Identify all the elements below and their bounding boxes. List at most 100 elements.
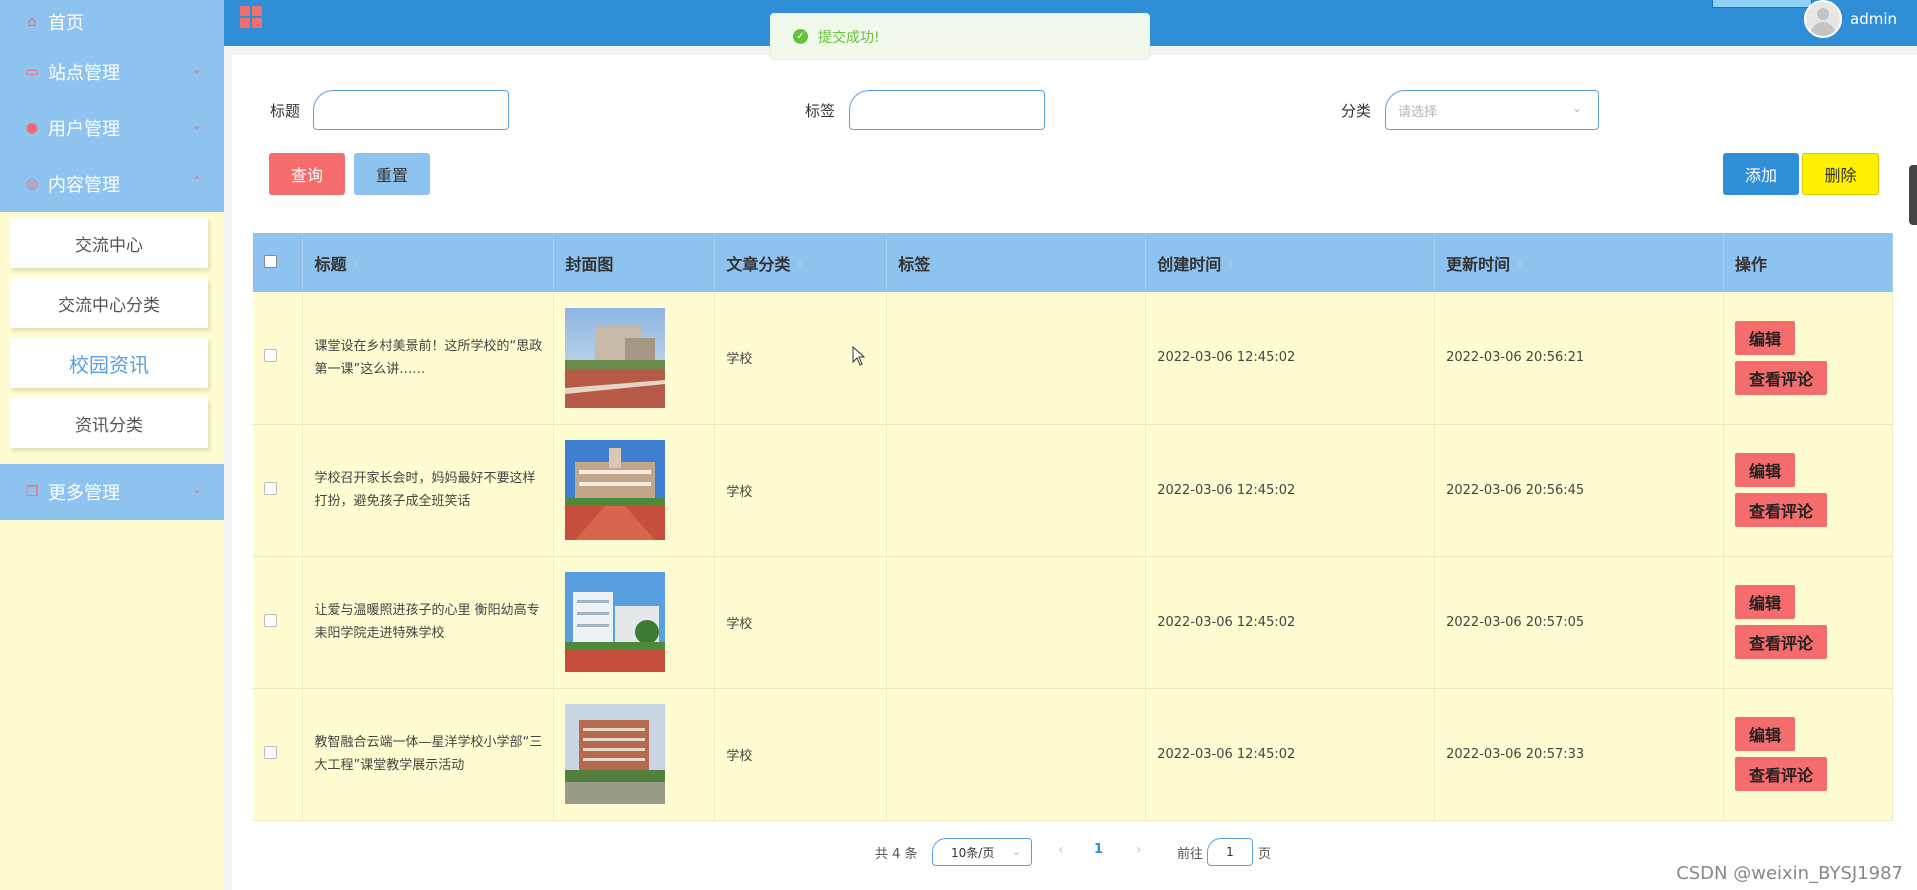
sort-icon[interactable]: ⇕ — [353, 260, 361, 270]
toast-message: 提交成功! — [818, 29, 880, 46]
cover-image[interactable] — [565, 440, 666, 540]
content-icon: ◎ — [25, 176, 39, 192]
table-header-row: 标题 ⇕ 封面图 文章分类 ⇕ 标签 创建时间 ⇕ 更新时间 ⇕ 操作 — [253, 233, 1893, 292]
sort-icon[interactable]: ⇕ — [1227, 260, 1235, 270]
grid-menu-icon[interactable] — [240, 6, 264, 30]
column-header-created[interactable]: 创建时间 ⇕ — [1145, 233, 1436, 292]
top-tag-element — [1712, 0, 1812, 8]
next-page-button[interactable]: › — [1136, 842, 1142, 858]
delete-button[interactable]: 删除 — [1802, 153, 1879, 195]
prev-page-button[interactable]: ‹ — [1058, 842, 1064, 858]
updated-time-cell: 2022-03-06 20:57:33 — [1434, 688, 1724, 821]
tag-input[interactable] — [849, 90, 1045, 130]
avatar[interactable] — [1804, 0, 1842, 38]
cover-cell — [553, 688, 716, 821]
chevron-down-icon: ⌄ — [191, 62, 202, 76]
cover-cell — [553, 292, 716, 425]
cover-cell — [553, 556, 716, 689]
user-icon: ● — [25, 120, 39, 136]
column-header-tag: 标签 — [886, 233, 1147, 292]
cover-image[interactable] — [565, 572, 666, 672]
title-input[interactable] — [313, 90, 509, 130]
chevron-down-icon: ⌄ — [1011, 845, 1021, 858]
row-checkbox[interactable] — [264, 613, 277, 627]
row-checkbox[interactable] — [264, 745, 277, 759]
mouse-cursor-icon — [852, 346, 866, 366]
table-row: 让爱与温暖照进孩子的心里 衡阳幼高专耒阳学院走进特殊学校 学校 2022-03-… — [253, 556, 1893, 689]
column-header-updated[interactable]: 更新时间 ⇕ — [1434, 233, 1724, 292]
submenu-item-exchange-category[interactable]: 交流中心分类 — [10, 278, 208, 328]
edit-button[interactable]: 编辑 — [1735, 717, 1796, 751]
view-comments-button[interactable]: 查看评论 — [1735, 757, 1828, 791]
sidebar-item-content[interactable]: ◎ 内容管理 ⌃ — [0, 156, 224, 212]
page-number[interactable]: 1 — [1094, 842, 1103, 857]
created-time-cell: 2022-03-06 12:45:02 — [1145, 688, 1436, 821]
pagination: 共 4 条 10条/页 ⌄ ‹ 1 › 前往 1 页 — [232, 838, 1917, 866]
view-comments-button[interactable]: 查看评论 — [1735, 493, 1828, 527]
add-button[interactable]: 添加 — [1723, 153, 1799, 195]
edit-button[interactable]: 编辑 — [1735, 585, 1796, 619]
reset-button[interactable]: 重置 — [354, 153, 430, 195]
view-comments-button[interactable]: 查看评论 — [1735, 625, 1828, 659]
actions-cell: 编辑 查看评论 — [1723, 556, 1893, 689]
goto-label: 前往 — [1177, 847, 1204, 862]
sidebar-item-more[interactable]: ❐ 更多管理 ⌄ — [0, 464, 224, 520]
column-header-title[interactable]: 标题 ⇕ — [302, 233, 555, 292]
row-select-cell — [253, 424, 304, 557]
column-header-actions: 操作 — [1723, 233, 1893, 292]
username[interactable]: admin — [1850, 10, 1897, 28]
view-comments-button[interactable]: 查看评论 — [1735, 360, 1828, 395]
category-cell: 学校 — [714, 688, 888, 821]
scroll-handle[interactable] — [1909, 165, 1917, 225]
goto-page-input[interactable]: 1 — [1207, 838, 1253, 866]
sidebar: ⌂ 首页 ▭ 站点管理 ⌄ ● 用户管理 ⌄ ◎ 内容管理 ⌃ 交流中心 交流中… — [0, 0, 224, 890]
sort-icon[interactable]: ⇕ — [796, 260, 804, 270]
created-time-cell: 2022-03-06 12:45:02 — [1145, 424, 1436, 557]
tag-cell — [886, 292, 1147, 425]
edit-button[interactable]: 编辑 — [1735, 320, 1796, 355]
sort-icon[interactable]: ⇕ — [1516, 260, 1524, 270]
tag-filter-label: 标签 — [805, 102, 836, 120]
column-header-cover: 封面图 — [553, 233, 716, 292]
sidebar-item-label: 内容管理 — [48, 175, 120, 196]
sidebar-item-home[interactable]: ⌂ 首页 — [0, 0, 224, 44]
row-select-cell — [253, 556, 304, 689]
chevron-down-icon: ⌄ — [191, 482, 202, 496]
column-header-category[interactable]: 文章分类 ⇕ — [714, 233, 888, 292]
title-cell: 教智融合云端一体—星洋学校小学部“三大工程”课堂教学展示活动 — [302, 688, 555, 821]
table-row: 学校召开家长会时，妈妈最好不要这样打扮，避免孩子成全班笑话 学校 2022-03… — [253, 424, 1893, 557]
row-checkbox[interactable] — [264, 349, 277, 363]
actions-cell: 编辑 查看评论 — [1723, 292, 1893, 425]
sidebar-item-users[interactable]: ● 用户管理 ⌄ — [0, 100, 224, 156]
title-cell: 课堂设在乡村美景前！这所学校的“思政第一课”这么讲…… — [302, 292, 555, 425]
category-filter-label: 分类 — [1341, 102, 1372, 120]
edit-button[interactable]: 编辑 — [1735, 453, 1796, 487]
category-cell: 学校 — [714, 424, 888, 557]
updated-time-cell: 2022-03-06 20:56:45 — [1434, 424, 1724, 557]
select-all-cell — [253, 233, 304, 292]
submenu-item-exchange-center[interactable]: 交流中心 — [10, 218, 208, 268]
row-checkbox[interactable] — [264, 481, 277, 495]
submenu-item-news-category[interactable]: 资讯分类 — [10, 398, 208, 448]
updated-time-cell: 2022-03-06 20:56:21 — [1434, 292, 1724, 425]
created-time-cell: 2022-03-06 12:45:02 — [1145, 556, 1436, 689]
sidebar-item-label: 更多管理 — [48, 483, 120, 504]
success-toast: ✓ 提交成功! — [770, 13, 1150, 60]
sidebar-item-site[interactable]: ▭ 站点管理 ⌄ — [0, 44, 224, 100]
check-circle-icon: ✓ — [793, 29, 808, 44]
cover-image[interactable] — [565, 307, 666, 408]
actions-cell: 编辑 查看评论 — [1723, 424, 1893, 557]
page-size-select[interactable]: 10条/页 ⌄ — [932, 838, 1032, 866]
submenu-item-campus-news[interactable]: 校园资讯 — [10, 338, 208, 388]
monitor-icon: ▭ — [25, 64, 39, 80]
sidebar-item-label: 用户管理 — [48, 119, 120, 140]
category-placeholder: 请选择 — [1398, 104, 1438, 120]
cover-image[interactable] — [565, 704, 666, 804]
category-select[interactable]: 请选择 ⌄ — [1385, 90, 1599, 130]
table-row: 课堂设在乡村美景前！这所学校的“思政第一课”这么讲…… 学校 2022-03-0… — [253, 292, 1893, 425]
chevron-down-icon: ⌄ — [1571, 101, 1582, 115]
query-button[interactable]: 查询 — [269, 153, 345, 195]
select-all-checkbox[interactable] — [264, 255, 277, 268]
sidebar-item-label: 首页 — [48, 13, 84, 34]
title-filter-label: 标题 — [270, 102, 301, 120]
